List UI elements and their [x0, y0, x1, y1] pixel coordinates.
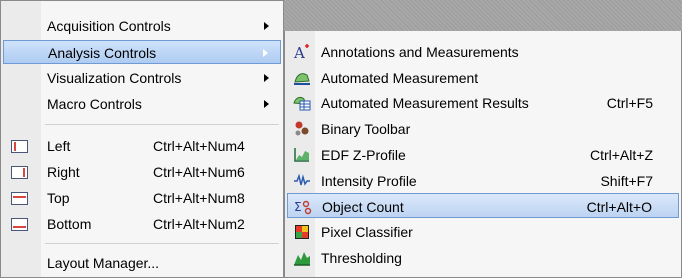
menu-item-shortcut: Ctrl+Alt+Num6 — [153, 164, 245, 180]
svg-text:Σ: Σ — [294, 200, 302, 214]
menu-item-shortcut: Ctrl+Alt+Num4 — [153, 138, 245, 154]
submenu-item-pixel-classifier[interactable]: Pixel Classifier — [287, 219, 679, 244]
menu-item-layout-bottom[interactable]: Bottom Ctrl+Alt+Num2 — [3, 212, 281, 236]
layout-left-icon — [11, 140, 28, 153]
menu-item-layout-top[interactable]: Top Ctrl+Alt+Num8 — [3, 186, 281, 210]
submenu-item-label: Thresholding — [321, 250, 402, 266]
menu-separator — [45, 124, 279, 125]
submenu-arrow-icon — [264, 100, 269, 108]
thresholding-icon — [294, 252, 310, 266]
submenu-item-intensity-profile[interactable]: Intensity Profile Shift+F7 — [287, 168, 679, 193]
submenu-item-shortcut: Ctrl+Alt+O — [586, 199, 652, 215]
submenu-item-annotations-and-measurements[interactable]: A Annotations and Measurements — [287, 39, 679, 64]
menu-item-label: Left — [47, 138, 71, 154]
annotations-icon: A — [293, 44, 309, 60]
submenu-item-shortcut: Ctrl+Alt+Z — [589, 147, 653, 163]
binary-toolbar-icon — [295, 121, 309, 136]
submenu-item-shortcut: Shift+F7 — [600, 173, 653, 189]
submenu-item-thresholding[interactable]: Thresholding — [287, 245, 679, 270]
submenu-item-edf-z-profile[interactable]: EDF Z-Profile Ctrl+Alt+Z — [287, 142, 679, 167]
submenu-item-label: Binary Toolbar — [321, 121, 411, 137]
menu-item-layout-left[interactable]: Left Ctrl+Alt+Num4 — [3, 134, 281, 158]
submenu-item-shortcut: Ctrl+F5 — [606, 95, 653, 111]
menu-item-shortcut: Ctrl+Alt+Num2 — [153, 216, 245, 232]
automated-measurement-icon — [294, 73, 310, 85]
menu-item-label: Bottom — [47, 216, 92, 232]
menu-item-layout-right[interactable]: Right Ctrl+Alt+Num6 — [3, 160, 281, 184]
menu-item-analysis-controls[interactable]: Analysis Controls — [3, 40, 281, 64]
submenu-item-object-count[interactable]: Σ Object Count Ctrl+Alt+O — [287, 193, 679, 218]
menu-separator — [45, 243, 279, 244]
layout-top-icon — [11, 192, 28, 205]
layout-right-icon — [11, 166, 28, 179]
submenu-item-label: Object Count — [322, 199, 404, 215]
menu-item-label: Visualization Controls — [47, 70, 182, 86]
submenu-arrow-icon — [264, 74, 269, 82]
pixel-classifier-icon — [295, 225, 309, 239]
submenu-item-automated-measurement[interactable]: Automated Measurement — [287, 65, 679, 90]
menu-item-label: Analysis Controls — [48, 45, 157, 61]
edf-z-profile-icon — [294, 148, 309, 162]
menu-item-label: Acquisition Controls — [47, 18, 171, 34]
submenu-item-label: Intensity Profile — [321, 173, 417, 189]
submenu-item-label: EDF Z-Profile — [321, 147, 406, 163]
submenu-item-label: Pixel Classifier — [321, 224, 413, 240]
background-toolbar-area — [284, 0, 682, 31]
menu-item-label: Right — [47, 164, 80, 180]
svg-text:A: A — [293, 44, 305, 60]
menu-item-label: Layout Manager... — [47, 255, 160, 271]
menu-item-acquisition-controls[interactable]: Acquisition Controls — [3, 14, 281, 38]
menu-item-visualization-controls[interactable]: Visualization Controls — [3, 66, 281, 90]
submenu-arrow-icon — [263, 49, 268, 57]
layout-bottom-icon — [11, 218, 28, 231]
analysis-controls-submenu: A Annotations and Measurements Automated… — [284, 31, 682, 278]
intensity-profile-icon — [294, 173, 310, 186]
submenu-arrow-icon — [264, 22, 269, 30]
submenu-item-automated-measurement-results[interactable]: Automated Measurement Results Ctrl+F5 — [287, 90, 679, 115]
menu-item-label: Top — [47, 190, 70, 206]
menu-item-label: Macro Controls — [47, 96, 142, 112]
menu-item-macro-controls[interactable]: Macro Controls — [3, 92, 281, 116]
menu-item-shortcut: Ctrl+Alt+Num8 — [153, 190, 245, 206]
submenu-item-label: Annotations and Measurements — [321, 44, 519, 60]
submenu-item-label: Automated Measurement Results — [321, 95, 529, 111]
analysis-context-menu: Acquisition Controls Analysis Controls V… — [0, 0, 284, 278]
object-count-icon: Σ — [294, 200, 312, 215]
submenu-item-binary-toolbar[interactable]: Binary Toolbar — [287, 116, 679, 141]
measurement-results-icon — [293, 96, 311, 111]
submenu-item-label: Automated Measurement — [321, 70, 479, 86]
menu-item-layout-manager[interactable]: Layout Manager... — [3, 251, 281, 275]
